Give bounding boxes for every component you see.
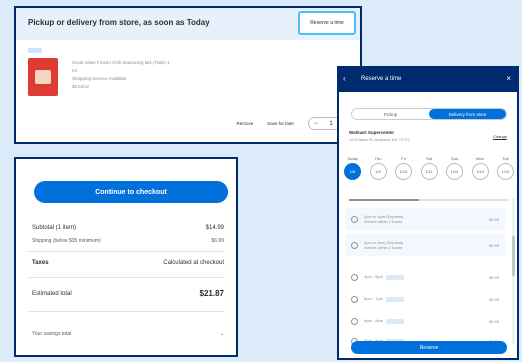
day-date[interactable]: 1/11 bbox=[420, 163, 438, 180]
day-option[interactable]: Fri 1/10 bbox=[394, 156, 413, 180]
day-option[interactable]: Tue 1/14 bbox=[496, 156, 515, 180]
subtotal-row: Subtotal (1 item) $14.99 bbox=[32, 225, 224, 231]
reserve-time-button[interactable]: Reserve a time bbox=[298, 11, 356, 35]
back-arrow-icon[interactable]: ‹ bbox=[343, 74, 346, 83]
shipping-value: $6.99 bbox=[211, 238, 224, 244]
time-slot-label: 2pm to 4pm (Express) Arrives within 2 hou… bbox=[364, 214, 404, 224]
store-name: Walmart Supercenter bbox=[349, 130, 395, 135]
time-slot-label: 4pm - 6pm bbox=[364, 274, 489, 280]
continue-to-checkout-button[interactable]: Continue to checkout bbox=[34, 181, 228, 203]
radio-button[interactable] bbox=[351, 295, 358, 303]
time-slot-fee: $9.95 bbox=[488, 318, 499, 324]
day-date[interactable]: 1/14 bbox=[497, 163, 514, 180]
store-address: 1234 Main St, Anytown, AR 72712 bbox=[349, 137, 410, 142]
reserve-button[interactable]: Reserve bbox=[351, 341, 507, 354]
cart-panel: Pickup or delivery from store, as soon a… bbox=[14, 6, 362, 144]
day-option[interactable]: Sat 1/11 bbox=[420, 156, 439, 180]
day-name: Today bbox=[347, 156, 358, 161]
subtotal-label: Subtotal (1 item) bbox=[32, 225, 77, 231]
divider bbox=[28, 311, 224, 312]
shipping-row: Shipping (below $35 minimum) $6.99 bbox=[32, 238, 224, 244]
day-date[interactable]: 1/12 bbox=[446, 163, 463, 180]
scrollbar-thumb[interactable] bbox=[512, 236, 515, 276]
time-slot-fee: $9.95 bbox=[488, 242, 499, 248]
day-date[interactable]: 1/8 bbox=[344, 163, 361, 180]
day-name: Mon bbox=[476, 156, 484, 161]
time-slot-label: 6pm - 8pm bbox=[364, 318, 489, 324]
subtotal-value: $14.99 bbox=[205, 225, 224, 231]
day-option[interactable]: Today 1/8 bbox=[343, 156, 362, 180]
day-option[interactable]: Thu 1/9 bbox=[369, 156, 388, 180]
radio-button[interactable] bbox=[351, 317, 358, 325]
product-image[interactable] bbox=[28, 58, 58, 96]
day-picker: Today 1/8 Thu 1/9 Fri 1/10 Sat 1/11 Sun … bbox=[343, 156, 515, 180]
time-slot[interactable]: 5pm - 7pm $9.95 bbox=[345, 288, 505, 310]
taxes-row: Taxes Calculated at checkout bbox=[32, 260, 224, 266]
product-name[interactable]: Great Value Frozen Chili Seasoning Mix (… bbox=[72, 60, 170, 65]
chevron-down-icon[interactable]: ⌄ bbox=[220, 331, 224, 337]
taxes-label: Taxes bbox=[32, 260, 49, 266]
divider bbox=[28, 277, 224, 278]
time-slot-fee: $9.95 bbox=[488, 216, 499, 222]
day-name: Thu bbox=[374, 156, 382, 161]
day-scrollbar[interactable] bbox=[349, 199, 509, 201]
time-slot[interactable]: 6pm - 8pm $9.95 bbox=[345, 310, 505, 332]
estimated-total-row: Estimated total $21.87 bbox=[32, 289, 224, 298]
product-unit-price: $3.84/oz bbox=[72, 84, 90, 89]
day-name: Fri bbox=[401, 156, 406, 161]
panel-scrollbar[interactable] bbox=[512, 198, 515, 344]
tab-delivery-from-store[interactable]: Delivery from store bbox=[429, 109, 506, 119]
product-service: Shopping Service Available bbox=[72, 76, 127, 81]
time-slot-label: 5pm - 7pm bbox=[364, 296, 489, 302]
quantity-value: 1 bbox=[329, 120, 333, 127]
savings-row[interactable]: Your savings total ⌄ bbox=[32, 331, 224, 337]
scrollbar-thumb[interactable] bbox=[349, 199, 419, 201]
radio-button[interactable] bbox=[351, 215, 358, 223]
tab-pickup[interactable]: Pickup bbox=[352, 109, 429, 119]
close-icon[interactable]: × bbox=[506, 74, 511, 83]
fulfillment-toggle: Pickup Delivery from store bbox=[351, 108, 507, 120]
day-option[interactable]: Mon 1/13 bbox=[471, 156, 490, 180]
time-slot[interactable]: 2pm to 4pm (Express) Arrives within 2 hou… bbox=[345, 208, 505, 230]
time-slot-label: 2pm to 4pm (Express) Arrives within 2 hou… bbox=[364, 240, 404, 250]
day-date[interactable]: 1/10 bbox=[395, 163, 412, 180]
product-size: ml bbox=[72, 68, 77, 73]
remove-link[interactable]: Remove bbox=[236, 121, 253, 126]
estimated-total-label: Estimated total bbox=[32, 290, 72, 297]
shipping-label: Shipping (below $35 minimum) bbox=[32, 238, 101, 244]
time-slot[interactable]: 2pm to 4pm (Express) Arrives within 2 hou… bbox=[345, 234, 505, 256]
taxes-value: Calculated at checkout bbox=[163, 260, 224, 266]
divider bbox=[28, 251, 224, 252]
savings-label: Your savings total bbox=[32, 331, 72, 337]
day-date[interactable]: 1/9 bbox=[369, 163, 387, 180]
day-name: Sat bbox=[425, 156, 432, 161]
fulfillment-badge bbox=[28, 48, 42, 53]
cart-header: Pickup or delivery from store, as soon a… bbox=[16, 8, 360, 40]
checkout-summary-panel: Continue to checkout Subtotal (1 item) $… bbox=[14, 157, 238, 357]
radio-button[interactable] bbox=[351, 241, 358, 249]
day-option[interactable]: Sun 1/12 bbox=[445, 156, 464, 180]
change-store-link[interactable]: Change bbox=[493, 134, 507, 139]
time-slot-fee: $9.95 bbox=[488, 296, 499, 302]
time-slot-fee: $9.95 bbox=[488, 274, 499, 280]
radio-button[interactable] bbox=[351, 273, 358, 281]
day-name: Tue bbox=[502, 156, 509, 161]
reserve-panel-header: ‹ Reserve a time × bbox=[339, 68, 517, 92]
time-slot[interactable]: 4pm - 6pm $9.95 bbox=[345, 266, 505, 288]
cart-header-title: Pickup or delivery from store, as soon a… bbox=[28, 18, 210, 27]
estimated-total-value: $21.87 bbox=[199, 289, 224, 298]
day-date[interactable]: 1/13 bbox=[471, 163, 489, 180]
reserve-panel-title: Reserve a time bbox=[361, 76, 402, 82]
day-name: Sun bbox=[450, 156, 459, 161]
decrease-quantity-button[interactable]: − bbox=[314, 121, 318, 127]
save-for-later-link[interactable]: Save for later bbox=[267, 121, 294, 126]
reserve-time-panel: ‹ Reserve a time × Pickup Delivery from … bbox=[337, 66, 519, 360]
